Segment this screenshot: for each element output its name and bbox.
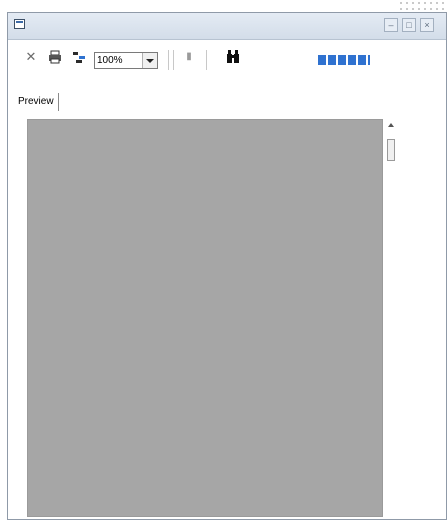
preview-toolbar: ✕ 100% ▮ xyxy=(8,40,446,74)
preview-canvas xyxy=(27,119,383,517)
zoom-value: 100% xyxy=(97,55,123,66)
vertical-scrollbar[interactable] xyxy=(384,119,399,517)
titlebar: – □ × xyxy=(8,13,446,40)
window-icon[interactable] xyxy=(14,19,25,29)
printer-icon[interactable] xyxy=(46,48,64,66)
preview-window: – □ × ✕ 100% ▮ Preview xyxy=(7,12,447,520)
close-icon[interactable]: ✕ xyxy=(22,48,40,66)
toolbar-separator xyxy=(206,50,207,70)
toolbar-separator xyxy=(173,50,174,70)
tab-strip: Preview xyxy=(8,75,446,111)
maximize-button[interactable]: □ xyxy=(402,18,416,32)
zoom-select[interactable]: 100% xyxy=(94,52,158,69)
close-window-button[interactable]: × xyxy=(420,18,434,32)
toolbar-separator xyxy=(168,50,169,70)
scroll-thumb[interactable] xyxy=(387,139,395,161)
single-page-icon[interactable]: ▮ xyxy=(180,48,198,66)
tab-preview[interactable]: Preview xyxy=(14,93,59,111)
page-indicator xyxy=(318,55,370,65)
scroll-up-arrow-icon[interactable] xyxy=(388,123,394,127)
binoculars-icon[interactable] xyxy=(224,48,242,66)
chevron-down-icon[interactable] xyxy=(142,53,157,68)
minimize-button[interactable]: – xyxy=(384,18,398,32)
page-setup-icon[interactable] xyxy=(70,48,88,66)
